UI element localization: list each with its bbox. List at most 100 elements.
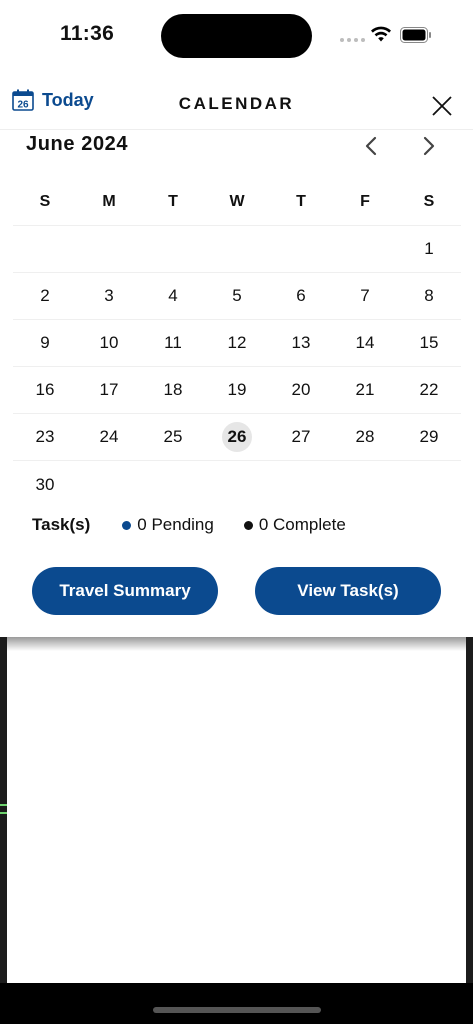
day-number: 11: [164, 333, 182, 352]
calendar-day[interactable]: 2: [13, 273, 77, 319]
day-number: 4: [168, 286, 178, 305]
calendar-day[interactable]: 12: [205, 320, 269, 366]
calendar-day[interactable]: 5: [205, 273, 269, 319]
day-number: 19: [227, 380, 247, 399]
calendar-day[interactable]: 28: [333, 414, 397, 460]
day-number: [158, 470, 188, 500]
day-number: 10: [99, 333, 119, 352]
calendar-day[interactable]: 9: [13, 320, 77, 366]
day-number: 2: [40, 286, 50, 305]
map-backdrop-edge: [466, 637, 473, 983]
day-number: 28: [355, 427, 375, 446]
calendar-grid: S M T W T F S 1 2 3 4 5 6 7 8 9 10 11 12 13 14 15 16 17 1…: [13, 180, 461, 508]
weekday-label: M: [102, 193, 116, 210]
day-number: 12: [227, 333, 247, 352]
page-title: CALENDAR: [178, 94, 295, 113]
complete-label: 0 Complete: [258, 515, 346, 534]
weekday-label: T: [168, 193, 178, 210]
calendar-week-row: 2 3 4 5 6 7 8: [13, 273, 461, 320]
calendar-day[interactable]: 29: [397, 414, 461, 460]
calendar-day[interactable]: 16: [13, 367, 77, 413]
calendar-day[interactable]: 13: [269, 320, 333, 366]
day-number: 27: [291, 427, 311, 446]
calendar-day[interactable]: 10: [77, 320, 141, 366]
calendar-day[interactable]: 25: [141, 414, 205, 460]
weekday-label: S: [39, 193, 51, 210]
weekday-label: S: [423, 193, 435, 210]
calendar-day[interactable]: 14: [333, 320, 397, 366]
calendar-day[interactable]: 27: [269, 414, 333, 460]
day-number: 22: [419, 380, 439, 399]
day-number: 29: [419, 427, 439, 446]
wifi-icon: [371, 26, 391, 42]
pending-dot-icon: [122, 520, 132, 530]
calendar-day[interactable]: 17: [77, 367, 141, 413]
calendar-day[interactable]: 20: [269, 367, 333, 413]
chevron-left-icon[interactable]: [362, 135, 380, 157]
calendar-day[interactable]: 19: [205, 367, 269, 413]
day-number: [94, 470, 124, 500]
calendar-empty-cell: [141, 226, 205, 272]
bottom-bar: [0, 983, 473, 1024]
calendar-empty-cell: [269, 461, 333, 508]
month-label: June 2024: [26, 133, 129, 155]
calendar-day[interactable]: 30: [13, 461, 77, 508]
calendar-day[interactable]: 26: [205, 414, 269, 460]
day-number: 13: [291, 333, 311, 352]
calendar-empty-cell: [77, 461, 141, 508]
travel-summary-button[interactable]: Travel Summary: [32, 567, 218, 615]
tasks-label: Task(s): [32, 515, 91, 534]
day-number: 15: [419, 333, 439, 352]
day-number: 16: [35, 380, 55, 399]
calendar-day[interactable]: 18: [141, 367, 205, 413]
sheet-shadow: [0, 637, 473, 651]
pending-label: 0 Pending: [137, 515, 214, 534]
calendar-day[interactable]: 24: [77, 414, 141, 460]
calendar-week-row: 9 10 11 12 13 14 15: [13, 320, 461, 367]
calendar-day[interactable]: 7: [333, 273, 397, 319]
calendar-day[interactable]: 11: [141, 320, 205, 366]
chevron-right-icon[interactable]: [420, 135, 438, 157]
calendar-day[interactable]: 8: [397, 273, 461, 319]
calendar-day[interactable]: 4: [141, 273, 205, 319]
battery-icon: [400, 27, 431, 43]
view-tasks-button[interactable]: View Task(s): [255, 567, 441, 615]
calendar-day[interactable]: 15: [397, 320, 461, 366]
day-number: 9: [40, 333, 50, 352]
calendar-empty-cell: [397, 461, 461, 508]
day-number: [158, 234, 188, 264]
calendar-week-row: 16 17 18 19 20 21 22: [13, 367, 461, 414]
day-number: 5: [232, 286, 242, 305]
close-icon[interactable]: [430, 94, 454, 118]
status-time: 11:36: [60, 22, 115, 45]
calendar-day[interactable]: 3: [77, 273, 141, 319]
calendar-day[interactable]: 6: [269, 273, 333, 319]
calendar-week-row: 30: [13, 461, 461, 508]
home-indicator[interactable]: [153, 1007, 321, 1013]
day-number: 7: [360, 286, 370, 305]
calendar-day[interactable]: 22: [397, 367, 461, 413]
calendar-week-row: 23 24 25 26 27 28 29: [13, 414, 461, 461]
calendar-day[interactable]: 23: [13, 414, 77, 460]
weekday-label: W: [229, 193, 245, 210]
signal-dots-icon: [340, 38, 365, 42]
day-number: 14: [355, 333, 375, 352]
calendar-week-row: 1: [13, 226, 461, 273]
dynamic-island: [161, 14, 312, 58]
day-number: [30, 234, 60, 264]
calendar-day[interactable]: 1: [397, 226, 461, 272]
day-number: 18: [163, 380, 183, 399]
calendar-empty-cell: [77, 226, 141, 272]
calendar-day[interactable]: 21: [333, 367, 397, 413]
day-number: 20: [291, 380, 311, 399]
calendar-empty-cell: [205, 226, 269, 272]
calendar-empty-cell: [333, 226, 397, 272]
day-number: 1: [424, 239, 434, 258]
calendar-empty-cell: [141, 461, 205, 508]
day-number: 23: [35, 427, 55, 446]
calendar-empty-cell: [13, 226, 77, 272]
day-number: [414, 470, 444, 500]
complete-count: 0 Complete: [243, 515, 346, 535]
pending-count: 0 Pending: [122, 515, 214, 535]
day-number: 26: [222, 422, 252, 452]
